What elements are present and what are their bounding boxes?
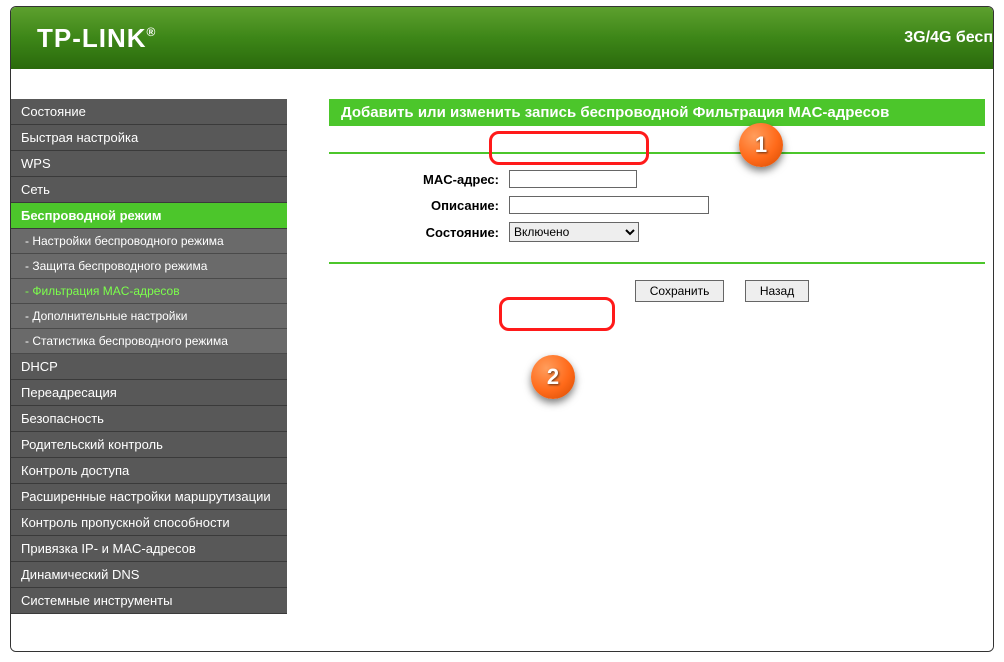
description-input[interactable]: [509, 196, 709, 214]
description-label: Описание:: [329, 198, 509, 213]
sidebar: СостояниеБыстрая настройкаWPSСетьБеспров…: [11, 69, 309, 651]
sidebar-subitem[interactable]: - Дополнительные настройки: [11, 304, 287, 329]
page-title: Добавить или изменить запись беспроводно…: [329, 99, 985, 126]
divider: [329, 152, 985, 154]
sidebar-item[interactable]: Расширенные настройки маршрутизации: [11, 484, 287, 510]
highlight-2: [499, 297, 615, 331]
sidebar-item[interactable]: Беспроводной режим: [11, 203, 287, 229]
logo: TP-LINK®: [37, 23, 156, 54]
sidebar-item[interactable]: Контроль пропускной способности: [11, 510, 287, 536]
sidebar-item[interactable]: Переадресация: [11, 380, 287, 406]
sidebar-subitem[interactable]: - Защита беспроводного режима: [11, 254, 287, 279]
sidebar-item[interactable]: Состояние: [11, 99, 287, 125]
sidebar-item[interactable]: Динамический DNS: [11, 562, 287, 588]
annotation-badge-2: 2: [531, 355, 575, 399]
annotation-badge-1: 1: [739, 123, 783, 167]
sidebar-item[interactable]: Безопасность: [11, 406, 287, 432]
sidebar-item[interactable]: Контроль доступа: [11, 458, 287, 484]
sidebar-item[interactable]: Сеть: [11, 177, 287, 203]
divider: [329, 262, 985, 264]
header-subtitle: 3G/4G бесп: [904, 29, 993, 47]
sidebar-item[interactable]: Быстрая настройка: [11, 125, 287, 151]
back-button[interactable]: Назад: [745, 280, 809, 302]
highlight-1: [489, 131, 649, 165]
sidebar-subitem[interactable]: - Настройки беспроводного режима: [11, 229, 287, 254]
sidebar-item[interactable]: Родительский контроль: [11, 432, 287, 458]
header: TP-LINK® 3G/4G бесп: [11, 7, 993, 69]
mac-input[interactable]: [509, 170, 637, 188]
mac-label: MAC-адрес:: [329, 172, 509, 187]
state-select[interactable]: Включено: [509, 222, 639, 242]
sidebar-item[interactable]: WPS: [11, 151, 287, 177]
sidebar-item[interactable]: DHCP: [11, 354, 287, 380]
sidebar-item[interactable]: Привязка IP- и MAC-адресов: [11, 536, 287, 562]
sidebar-subitem[interactable]: - Статистика беспроводного режима: [11, 329, 287, 354]
sidebar-subitem[interactable]: - Фильтрация MAC-адресов: [11, 279, 287, 304]
content-area: Добавить или изменить запись беспроводно…: [309, 69, 993, 651]
save-button[interactable]: Сохранить: [635, 280, 725, 302]
state-label: Состояние:: [329, 225, 509, 240]
sidebar-item[interactable]: Системные инструменты: [11, 588, 287, 614]
